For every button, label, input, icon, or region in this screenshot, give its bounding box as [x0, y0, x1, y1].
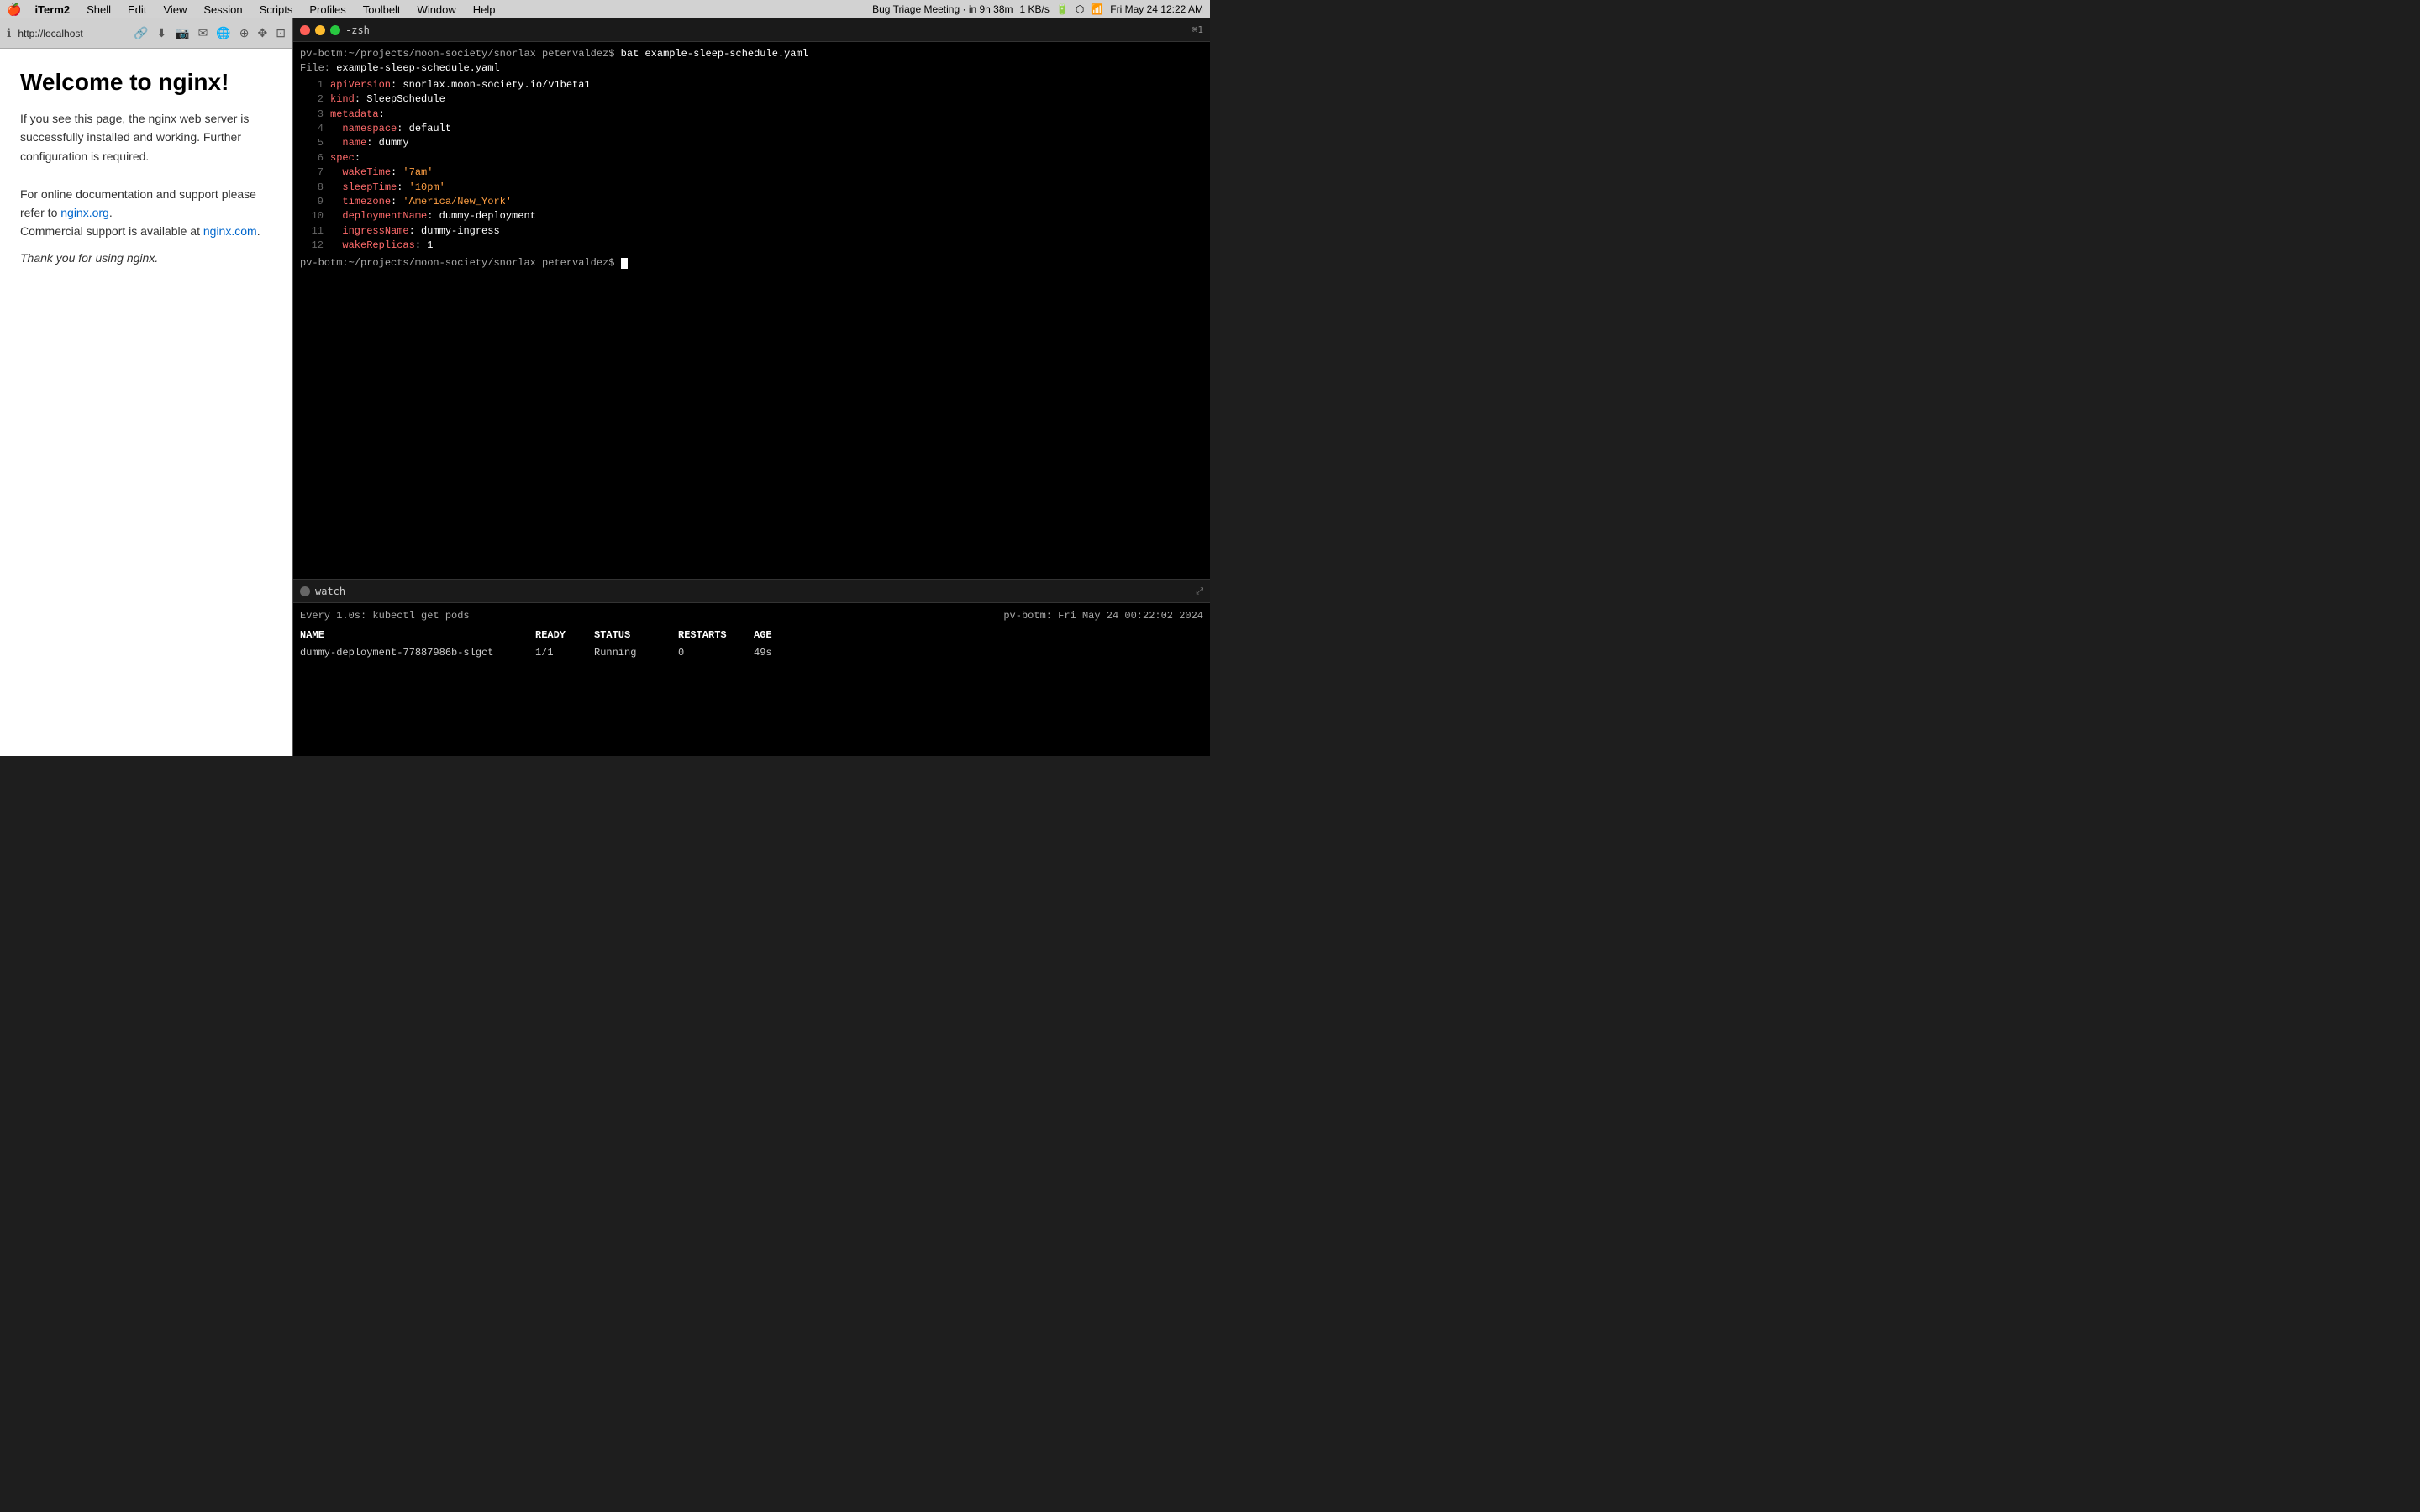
split-icon[interactable]: ⊡	[276, 26, 286, 40]
menubar-help[interactable]: Help	[466, 0, 502, 18]
col-header-restarts: RESTARTS	[678, 627, 754, 643]
nginx-title: Welcome to nginx!	[20, 69, 272, 96]
table-row: dummy-deployment-77887986b-slgct 1/1 Run…	[300, 645, 1203, 661]
watch-header-left: Every 1.0s: kubectl get pods	[300, 608, 470, 624]
battery-icon: 🔋	[1056, 3, 1069, 15]
menubar-right: Bug Triage Meeting · in 9h 38m 1 KB/s 🔋 …	[872, 0, 1203, 18]
watch-maximize-icon[interactable]: ⤢	[1196, 585, 1203, 597]
term-line-6: 6 spec:	[300, 151, 1203, 165]
info-icon: ℹ	[7, 26, 11, 40]
pod-name: dummy-deployment-77887986b-slgct	[300, 645, 535, 661]
term-line-1: 1 apiVersion: snorlax.moon-society.io/v1…	[300, 78, 1203, 92]
pod-age: 49s	[754, 645, 804, 661]
watch-tab-left: watch	[300, 585, 345, 597]
terminal-prompt-line: pv-botm:~/projects/moon-society/snorlax …	[300, 47, 1203, 61]
globe-icon[interactable]: 🌐	[216, 26, 230, 40]
window-controls	[300, 25, 340, 35]
wifi-icon: 📶	[1091, 3, 1103, 15]
nginx-body: If you see this page, the nginx web serv…	[20, 109, 272, 241]
link-icon[interactable]: 🔗	[134, 26, 148, 40]
term-line-5: 5 name: dummy	[300, 136, 1203, 150]
menubar-shell[interactable]: Shell	[80, 0, 118, 18]
menubar-profiles[interactable]: Profiles	[302, 0, 352, 18]
download-icon[interactable]: ⬇	[156, 26, 166, 40]
terminal-panel: -zsh ⌘1 pv-botm:~/projects/moon-society/…	[293, 18, 1210, 756]
term-line-2: 2 kind: SleepSchedule	[300, 92, 1203, 107]
menubar-window[interactable]: Window	[411, 0, 463, 18]
term-line-9: 9 timezone: 'America/New_York'	[300, 195, 1203, 209]
menubar-edit[interactable]: Edit	[121, 0, 153, 18]
col-header-age: AGE	[754, 627, 804, 643]
nginx-paragraph2: For online documentation and support ple…	[20, 185, 272, 241]
browser-content: Welcome to nginx! If you see this page, …	[0, 49, 292, 756]
term-line-11: 11 ingressName: dummy-ingress	[300, 224, 1203, 239]
watch-close-btn[interactable]	[300, 586, 310, 596]
pod-status: Running	[594, 645, 678, 661]
move-icon[interactable]: ✥	[258, 26, 268, 40]
menubar-view[interactable]: View	[156, 0, 193, 18]
browser-icons: 🔗 ⬇ 📷 ✉ 🌐 ⊕ ✥ ⊡	[134, 26, 286, 40]
term-line-8: 8 sleepTime: '10pm'	[300, 181, 1203, 195]
nginx-org-link[interactable]: nginx.org	[60, 206, 109, 219]
camera-icon[interactable]: 📷	[175, 26, 189, 40]
bluetooth-icon: ⬡	[1076, 3, 1084, 15]
col-header-status: STATUS	[594, 627, 678, 643]
browser-panel: ℹ http://localhost 🔗 ⬇ 📷 ✉ 🌐 ⊕ ✥ ⊡ Welco…	[0, 18, 293, 756]
terminal-top-tab-label: -zsh	[345, 24, 370, 36]
browser-url: http://localhost	[18, 28, 127, 39]
terminal-top-tab-left: -zsh	[300, 24, 370, 36]
term-line-12: 12 wakeReplicas: 1	[300, 239, 1203, 253]
network-info: 1 KB/s	[1020, 3, 1050, 15]
watch-tab-label: watch	[315, 585, 345, 597]
terminal-shortcut: ⌘1	[1192, 24, 1203, 35]
terminal-prompt-line-2: pv-botm:~/projects/moon-society/snorlax …	[300, 256, 1203, 270]
menubar-app[interactable]: iTerm2	[28, 0, 76, 18]
close-button[interactable]	[300, 25, 310, 35]
watch-content[interactable]: Every 1.0s: kubectl get pods pv-botm: Fr…	[293, 603, 1210, 756]
term-line-4: 4 namespace: default	[300, 122, 1203, 136]
col-header-ready: READY	[535, 627, 594, 643]
nginx-p3-suffix: .	[257, 224, 260, 238]
meeting-info: Bug Triage Meeting · in 9h 38m	[872, 3, 1013, 15]
watch-table-header: NAME READY STATUS RESTARTS AGE	[300, 627, 1203, 643]
nginx-com-link[interactable]: nginx.com	[203, 224, 257, 238]
nginx-thanks: Thank you for using nginx.	[20, 251, 272, 265]
minimize-button[interactable]	[315, 25, 325, 35]
terminal-top-content[interactable]: pv-botm:~/projects/moon-society/snorlax …	[293, 42, 1210, 579]
col-header-name: NAME	[300, 627, 535, 643]
watch-tab-bar: watch ⤢	[293, 580, 1210, 603]
terminal-file-header: File: example-sleep-schedule.yaml	[300, 61, 1203, 76]
mail-icon[interactable]: ✉	[198, 26, 208, 40]
term-line-3: 3 metadata:	[300, 108, 1203, 122]
menubar-session[interactable]: Session	[197, 0, 249, 18]
aim-icon[interactable]: ⊕	[239, 26, 250, 40]
nginx-p2-prefix: For online documentation and support ple…	[20, 187, 256, 219]
maximize-button[interactable]	[330, 25, 340, 35]
menubar-toolbelt[interactable]: Toolbelt	[356, 0, 408, 18]
watch-header-row: Every 1.0s: kubectl get pods pv-botm: Fr…	[300, 608, 1203, 624]
menubar: 🍎 iTerm2 Shell Edit View Session Scripts…	[0, 0, 1210, 18]
pod-ready: 1/1	[535, 645, 594, 661]
term-line-10: 10 deploymentName: dummy-deployment	[300, 209, 1203, 223]
pod-restarts: 0	[678, 645, 754, 661]
nginx-p3-prefix: Commercial support is available at	[20, 224, 203, 238]
nginx-paragraph1: If you see this page, the nginx web serv…	[20, 109, 272, 165]
nginx-p2-suffix: .	[109, 206, 113, 219]
browser-toolbar: ℹ http://localhost 🔗 ⬇ 📷 ✉ 🌐 ⊕ ✥ ⊡	[0, 18, 292, 49]
datetime: Fri May 24 12:22 AM	[1110, 3, 1203, 15]
terminal-bottom-pane: watch ⤢ Every 1.0s: kubectl get pods pv-…	[293, 580, 1210, 756]
term-line-7: 7 wakeTime: '7am'	[300, 165, 1203, 180]
watch-header-right: pv-botm: Fri May 24 00:22:02 2024	[1003, 608, 1203, 624]
terminal-top-pane: -zsh ⌘1 pv-botm:~/projects/moon-society/…	[293, 18, 1210, 580]
menubar-scripts[interactable]: Scripts	[253, 0, 300, 18]
apple-menu[interactable]: 🍎	[7, 3, 21, 17]
main-container: ℹ http://localhost 🔗 ⬇ 📷 ✉ 🌐 ⊕ ✥ ⊡ Welco…	[0, 18, 1210, 756]
terminal-top-tab-bar: -zsh ⌘1	[293, 18, 1210, 42]
